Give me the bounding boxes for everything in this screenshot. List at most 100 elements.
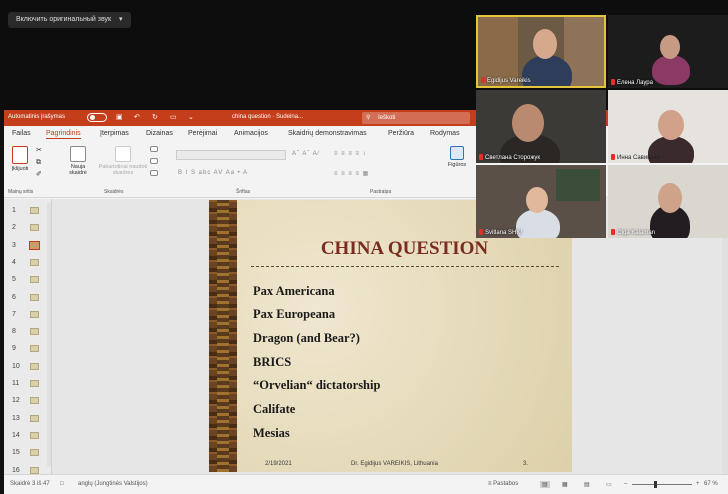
slide-thumbnail-number: 9 bbox=[12, 345, 16, 353]
font-size-controls[interactable]: Aˆ Aˇ A⁄ bbox=[292, 151, 320, 157]
participant-tile[interactable]: Svitlana SHKI bbox=[476, 165, 606, 238]
autosave-toggle[interactable] bbox=[87, 113, 107, 122]
slide-bullet[interactable]: BRICS bbox=[253, 355, 291, 370]
slide-thumbnail-preview bbox=[30, 310, 39, 318]
tab-view[interactable]: Rodymas bbox=[430, 130, 460, 137]
tab-insert[interactable]: Įterpimas bbox=[100, 130, 129, 137]
slide-thumbnail[interactable]: 3 bbox=[8, 238, 48, 255]
mic-muted-icon bbox=[479, 154, 483, 160]
participant-tile[interactable]: Olga Kalaman bbox=[608, 165, 728, 238]
thumbnail-scrollbar[interactable] bbox=[47, 203, 51, 466]
new-slide-icon bbox=[70, 146, 86, 162]
slide-thumbnail-number: 4 bbox=[12, 258, 16, 266]
notes-label: Pastabos bbox=[493, 481, 519, 487]
slide-thumbnail-preview bbox=[30, 449, 39, 457]
slide-title[interactable]: CHINA QUESTION bbox=[237, 238, 572, 260]
slide-thumbnail-preview bbox=[30, 258, 39, 266]
zoom-out-icon[interactable]: – bbox=[624, 481, 627, 487]
slide-thumbnail[interactable]: 15 bbox=[8, 445, 48, 462]
tab-design[interactable]: Dizainas bbox=[146, 130, 173, 137]
slide-bullet[interactable]: Dragon (and Bear?) bbox=[253, 331, 360, 346]
tab-slideshow[interactable]: Skaidrių demonstravimas bbox=[288, 130, 367, 137]
copy-button[interactable]: ⧉ bbox=[36, 159, 41, 166]
slide-thumbnail[interactable]: 9 bbox=[8, 341, 48, 358]
tab-review[interactable]: Peržiūra bbox=[388, 130, 414, 137]
slide-sorter-icon[interactable]: ▦ bbox=[562, 481, 568, 488]
tab-file[interactable]: Failas bbox=[12, 130, 31, 137]
accessibility-icon[interactable]: □ bbox=[60, 481, 64, 487]
reading-view-icon[interactable]: ▤ bbox=[584, 481, 590, 488]
paste-button[interactable]: Įklijuoti bbox=[8, 146, 32, 172]
participant-name-text: Елена Лаура bbox=[617, 80, 653, 86]
slide-bullet[interactable]: Pax Europeana bbox=[253, 307, 335, 322]
participant-face bbox=[533, 29, 557, 59]
cut-button[interactable]: ✂ bbox=[36, 147, 42, 154]
reset-button[interactable] bbox=[150, 158, 158, 166]
slide-thumbnail[interactable]: 2 bbox=[8, 220, 48, 237]
present-icon[interactable]: ▭ bbox=[170, 113, 177, 121]
slide-thumbnail[interactable]: 13 bbox=[8, 411, 48, 428]
format-painter-button[interactable]: ✐ bbox=[36, 171, 42, 178]
slide-counter: Skaidrė 3 iš 47 bbox=[10, 481, 50, 487]
layout-button[interactable] bbox=[150, 146, 158, 154]
slide-thumbnail[interactable]: 5 bbox=[8, 272, 48, 289]
title-divider bbox=[251, 266, 559, 267]
slide-thumbnail[interactable]: 1 bbox=[8, 203, 48, 220]
new-slide-button[interactable]: Nauja skaidrė bbox=[64, 146, 92, 176]
align-buttons[interactable]: ≡ ≡ ≡ ≡ ▦ bbox=[334, 170, 369, 177]
vertical-scrollbar[interactable] bbox=[722, 199, 728, 474]
document-title[interactable]: china question · Sudeina... bbox=[232, 114, 303, 120]
participant-tile[interactable]: Елена Лаура bbox=[608, 15, 728, 88]
notes-button[interactable]: ≡ Pastabos bbox=[488, 481, 518, 487]
zoom-slider-thumb[interactable] bbox=[654, 481, 657, 488]
slide-thumbnail[interactable]: 10 bbox=[8, 359, 48, 376]
slide-thumbnail[interactable]: 14 bbox=[8, 428, 48, 445]
slide-bullet[interactable]: Califate bbox=[253, 402, 295, 417]
slide-bullet[interactable]: “Orvelian“ dictatorship bbox=[253, 378, 380, 393]
slide-thumbnail[interactable]: 7 bbox=[8, 307, 48, 324]
search-input[interactable]: ⚲ Ieškoti bbox=[362, 112, 470, 124]
tab-transitions[interactable]: Perėjimai bbox=[188, 130, 217, 137]
tab-home[interactable]: Pagrindinis bbox=[46, 130, 81, 139]
participant-tile[interactable]: Светлана Сторожук bbox=[476, 90, 606, 163]
undo-icon[interactable]: ↶ bbox=[134, 113, 140, 121]
participant-tile[interactable]: Egidijus Vareikis bbox=[476, 15, 606, 88]
zoom-slider[interactable] bbox=[632, 484, 692, 485]
slideshow-icon[interactable]: ▭ bbox=[606, 481, 612, 488]
zoom-percentage[interactable]: 67 % bbox=[704, 481, 718, 487]
section-button[interactable] bbox=[150, 170, 158, 178]
slide-thumbnail-number: 3 bbox=[12, 241, 16, 249]
slide[interactable]: CHINA QUESTION Pax Americana Pax Europea… bbox=[209, 200, 572, 472]
shapes-button[interactable]: Figūros bbox=[444, 146, 470, 168]
screen: Включить оригинальный звук ▾ Automatinis… bbox=[0, 0, 728, 494]
participant-tile[interactable]: Инна Савицька bbox=[608, 90, 728, 163]
slide-thumbnail[interactable]: 4 bbox=[8, 255, 48, 272]
participant-name: Инна Савицька bbox=[611, 154, 660, 161]
slide-thumbnail[interactable]: 12 bbox=[8, 393, 48, 410]
normal-view-icon[interactable]: ▤ bbox=[540, 481, 550, 488]
slide-bullet[interactable]: Pax Americana bbox=[253, 284, 335, 299]
chevron-down-icon[interactable]: ▾ bbox=[119, 16, 123, 23]
section-icon bbox=[150, 170, 158, 176]
slide-thumbnail[interactable]: 11 bbox=[8, 376, 48, 393]
slide-bullet[interactable]: Mesias bbox=[253, 426, 290, 441]
slide-thumbnail-number: 7 bbox=[12, 310, 16, 318]
original-sound-button[interactable]: Включить оригинальный звук ▾ bbox=[8, 12, 131, 28]
slide-canvas: CHINA QUESTION Pax Americana Pax Europea… bbox=[52, 199, 728, 474]
save-icon[interactable]: ▣ bbox=[116, 113, 123, 121]
customize-chevron-icon[interactable]: ⌄ bbox=[188, 113, 194, 121]
slide-thumbnail[interactable]: 8 bbox=[8, 324, 48, 341]
tab-animations[interactable]: Animacijos bbox=[234, 130, 268, 137]
new-slide-label: Nauja skaidrė bbox=[69, 164, 87, 176]
reuse-slides-button[interactable]: Pakartotinai naudoti skaidres bbox=[98, 146, 148, 176]
participant-name: Olga Kalaman bbox=[611, 229, 655, 236]
font-format-buttons[interactable]: B I S abc AV Aa • A bbox=[178, 170, 248, 176]
slide-thumbnail[interactable]: 6 bbox=[8, 290, 48, 307]
redo-icon[interactable]: ↻ bbox=[152, 113, 158, 121]
font-name-input[interactable] bbox=[176, 150, 286, 160]
zoom-in-icon[interactable]: + bbox=[696, 481, 700, 487]
list-buttons[interactable]: ≡ ≡ ≡ ≡ ↕ bbox=[334, 151, 367, 157]
participant-face bbox=[512, 104, 544, 142]
language-indicator[interactable]: anglų (Jungtinės Valstijos) bbox=[78, 481, 148, 487]
slide-thumbnail-preview bbox=[30, 466, 39, 474]
